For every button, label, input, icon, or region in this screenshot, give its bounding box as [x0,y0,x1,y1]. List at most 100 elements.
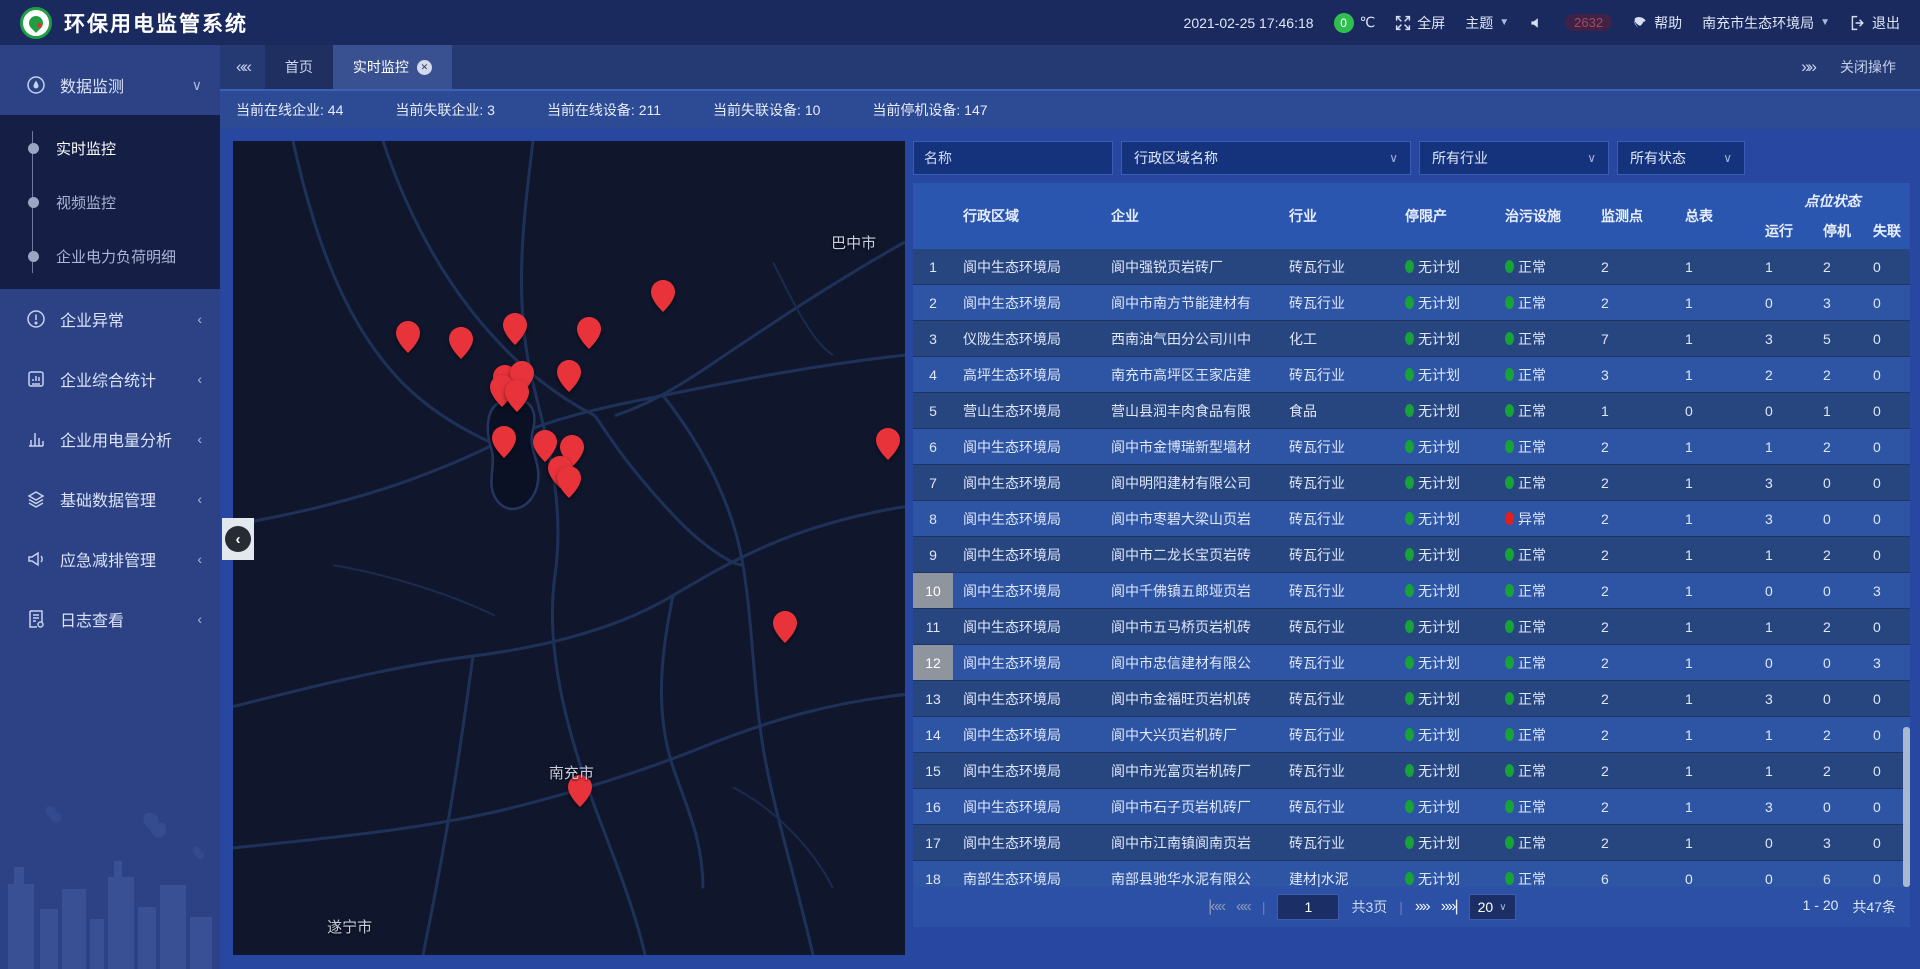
region-select[interactable]: 行政区域名称∨ [1121,141,1411,175]
row-limit-status: 无计划 [1395,573,1495,608]
sidebar-collapse-button[interactable]: ‹ [222,518,254,560]
map-roads-layer [233,141,905,955]
logout-button[interactable]: 退出 [1850,13,1900,33]
table-row[interactable]: 2 阆中生态环境局 阆中市南方节能建材有 砖瓦行业 无计划 正常 2 1 0 3… [913,285,1910,321]
table-row[interactable]: 16 阆中生态环境局 阆中市石子页岩机砖厂 砖瓦行业 无计划 正常 2 1 3 … [913,789,1910,825]
sidebar-item-data-monitoring[interactable]: 数据监测 ∨ [0,55,220,115]
page-size-select[interactable]: 20∨ [1469,894,1516,920]
table-row[interactable]: 10 阆中生态环境局 阆中千佛镇五郎垭页岩 砖瓦行业 无计划 正常 2 1 0 … [913,573,1910,609]
map-pin-icon[interactable] [492,426,516,458]
table-header: 行政区域 企业 行业 停限产 治污设施 监测点 总表 点位状态 运行 停机 失联 [913,183,1910,249]
map-pin-icon[interactable] [876,428,900,460]
map-pin-icon[interactable] [449,327,473,359]
status-dot-icon [1505,728,1514,741]
table-row[interactable]: 6 阆中生态环境局 阆中市金博瑞新型墙材 砖瓦行业 无计划 正常 2 1 1 2… [913,429,1910,465]
row-running: 0 [1755,285,1813,320]
bar-chart-icon [26,429,46,449]
chevron-down-icon: ∨ [1499,902,1506,913]
table-row[interactable]: 4 高坪生态环境局 南充市高坪区王家店建 砖瓦行业 无计划 正常 3 1 2 2… [913,357,1910,393]
tab-home[interactable]: 首页 [265,45,333,89]
close-operations-button[interactable]: 关闭操作 [1840,57,1896,77]
sidebar-item-log-view[interactable]: 日志查看 ‹ [0,589,220,649]
status-select[interactable]: 所有状态∨ [1617,141,1745,175]
theme-dropdown[interactable]: 主题▼ [1465,13,1509,33]
map-panel[interactable]: 巴中市南充市遂宁市 [233,141,905,955]
status-dot-icon [1505,368,1514,381]
tabs-scroll-right-button[interactable]: »» [1801,57,1814,77]
table-row[interactable]: 18 南部生态环境局 南部县驰华水泥有限公 建材|水泥 无计划 正常 6 0 0… [913,861,1910,887]
tabs-scroll-left-button[interactable]: «« [220,57,265,77]
map-pin-icon[interactable] [396,321,420,353]
table-scrollbar[interactable] [1903,727,1910,887]
map-pin-icon[interactable] [773,611,797,643]
industry-select[interactable]: 所有行业∨ [1419,141,1609,175]
table-row[interactable]: 13 阆中生态环境局 阆中市金福旺页岩机砖 砖瓦行业 无计划 正常 2 1 3 … [913,681,1910,717]
table-row[interactable]: 3 仪陇生态环境局 西南油气田分公司川中 化工 无计划 正常 7 1 3 5 0 [913,321,1910,357]
row-industry: 砖瓦行业 [1279,465,1395,500]
row-company: 阆中千佛镇五郎垭页岩 [1101,573,1279,608]
row-meters: 0 [1675,393,1755,428]
table-row[interactable]: 12 阆中生态环境局 阆中市忠信建材有限公 砖瓦行业 无计划 正常 2 1 0 … [913,645,1910,681]
first-page-button[interactable]: |«« [1208,898,1224,916]
chevron-left-icon: ‹ [225,526,251,552]
name-search-input[interactable] [913,141,1113,175]
row-region: 阆中生态环境局 [953,717,1101,752]
map-pin-icon[interactable] [505,380,529,412]
row-facility-status: 正常 [1495,321,1591,356]
row-limit-status: 无计划 [1395,321,1495,356]
sidebar-item-enterprise-abnormal[interactable]: 企业异常 ‹ [0,289,220,349]
stat-item: 当前失联企业: 3 [395,100,495,120]
next-page-button[interactable]: »» [1415,898,1429,916]
sidebar-item-emergency-reduction[interactable]: 应急减排管理 ‹ [0,529,220,589]
map-pin-icon[interactable] [557,466,581,498]
last-page-button[interactable]: »»| [1441,898,1457,916]
page-number-input[interactable] [1277,894,1339,920]
row-points: 2 [1591,681,1675,716]
row-running: 3 [1755,501,1813,536]
map-pin-icon[interactable] [577,317,601,349]
table-row[interactable]: 8 阆中生态环境局 阆中市枣碧大梁山页岩 砖瓦行业 无计划 异常 2 1 3 0… [913,501,1910,537]
user-dropdown[interactable]: 南充市生态环境局▼ [1702,13,1830,33]
chevron-down-icon: ▼ [1820,17,1830,28]
log-document-icon [26,609,46,629]
row-facility-status: 正常 [1495,825,1591,860]
table-row[interactable]: 7 阆中生态环境局 阆中明阳建材有限公司 砖瓦行业 无计划 正常 2 1 3 0… [913,465,1910,501]
table-row[interactable]: 17 阆中生态环境局 阆中市江南镇阆南页岩 砖瓦行业 无计划 正常 2 1 0 … [913,825,1910,861]
prev-page-button[interactable]: «« [1236,898,1250,916]
speaker-icon [1529,15,1545,31]
table-row[interactable]: 5 营山生态环境局 营山县润丰肉食品有限 食品 无计划 正常 1 0 0 1 0 [913,393,1910,429]
notifications-button[interactable]: 2632 [1565,14,1612,31]
table-row[interactable]: 9 阆中生态环境局 阆中市二龙长宝页岩砖 砖瓦行业 无计划 正常 2 1 1 2… [913,537,1910,573]
map-pin-icon[interactable] [503,313,527,345]
row-offline: 0 [1863,681,1910,716]
sidebar-item-enterprise-statistics[interactable]: 企业综合统计 ‹ [0,349,220,409]
sidebar-item-power-load-detail[interactable]: 企业电力负荷明细 [0,229,220,283]
row-points: 2 [1591,645,1675,680]
help-button[interactable]: 帮助 [1632,13,1682,33]
table-row[interactable]: 15 阆中生态环境局 阆中市光富页岩机砖厂 砖瓦行业 无计划 正常 2 1 1 … [913,753,1910,789]
total-pages-label: 共3页 [1351,897,1387,917]
table-row[interactable]: 14 阆中生态环境局 阆中大兴页岩机砖厂 砖瓦行业 无计划 正常 2 1 1 2… [913,717,1910,753]
sidebar-item-video-monitor[interactable]: 视频监控 [0,175,220,229]
table-row[interactable]: 1 阆中生态环境局 阆中强锐页岩砖厂 砖瓦行业 无计划 正常 2 1 1 2 0 [913,249,1910,285]
status-dot-icon [1405,584,1414,597]
row-running: 3 [1755,465,1813,500]
map-pin-icon[interactable] [557,360,581,392]
sidebar-item-realtime-monitor[interactable]: 实时监控 [0,121,220,175]
bullet-dot-icon [28,143,39,154]
row-company: 南充市高坪区王家店建 [1101,357,1279,392]
status-dot-icon [1505,512,1514,525]
row-meters: 1 [1675,321,1755,356]
tab-realtime-monitor[interactable]: 实时监控 ✕ [333,45,452,89]
map-pin-icon[interactable] [651,280,675,312]
row-points: 2 [1591,753,1675,788]
tab-close-icon[interactable]: ✕ [417,60,432,75]
row-stopped: 0 [1813,501,1863,536]
chevron-left-icon: ‹ [197,431,202,447]
sidebar-item-power-analysis[interactable]: 企业用电量分析 ‹ [0,409,220,469]
fullscreen-button[interactable]: 全屏 [1395,13,1445,33]
sidebar-item-base-data[interactable]: 基础数据管理 ‹ [0,469,220,529]
row-stopped: 2 [1813,537,1863,572]
table-row[interactable]: 11 阆中生态环境局 阆中市五马桥页岩机砖 砖瓦行业 无计划 正常 2 1 1 … [913,609,1910,645]
mute-button[interactable] [1529,15,1545,31]
